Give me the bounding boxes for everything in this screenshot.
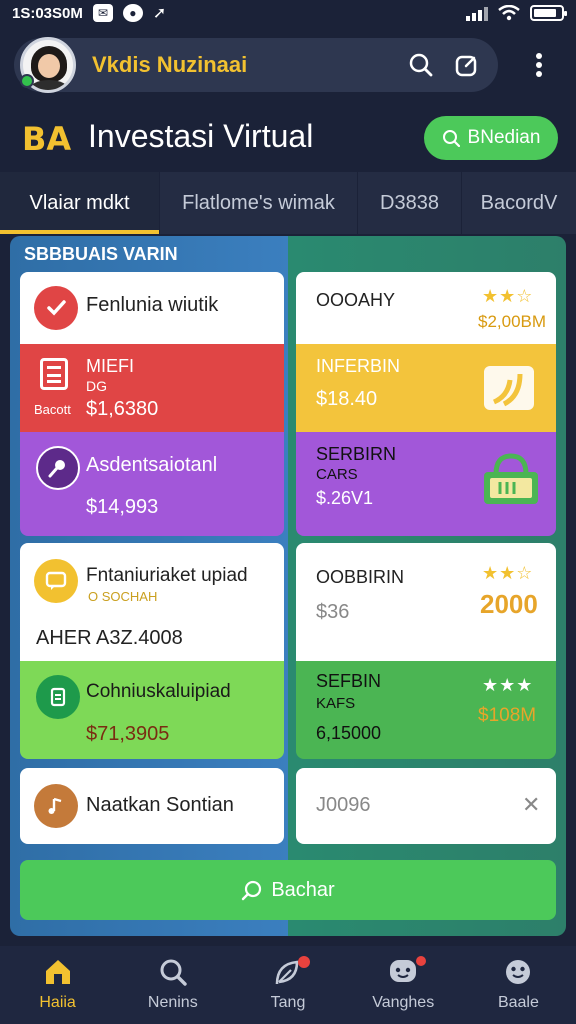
home-icon: [45, 960, 70, 984]
brand-action-label: BNedian: [467, 127, 541, 148]
card-fenlunia[interactable]: Fenlunia wiutik: [20, 272, 284, 344]
brand-row: BA Investasi Virtual BNedian: [0, 108, 576, 168]
nav-item-home[interactable]: Haiia: [0, 946, 115, 1024]
brand-action-button[interactable]: BNedian: [424, 116, 558, 160]
card-oooahy[interactable]: OOOAHY ★★☆ $2,00BM: [296, 272, 556, 344]
edit-square-icon: [455, 55, 477, 77]
user-name: Vkdis Nuzinaai: [92, 52, 248, 77]
nav-item-tang[interactable]: Tang: [230, 946, 345, 1024]
clipboard-icon: [36, 675, 80, 719]
card-j0096[interactable]: J0096 ✕: [296, 768, 556, 844]
card-inferbin[interactable]: INFERBIN $18.40: [296, 344, 556, 432]
close-icon[interactable]: ✕: [522, 792, 540, 818]
mail-icon: ✉: [92, 4, 113, 22]
search-icon: [242, 880, 262, 901]
more-menu-button[interactable]: [516, 42, 562, 88]
tab-vlaiar-mdkt[interactable]: Vlaiar mdkt: [0, 172, 160, 234]
status-time: 1S:03S0M: [12, 4, 83, 22]
svg-text:BA: BA: [22, 120, 71, 156]
search-cta-button[interactable]: Bachar: [20, 860, 556, 920]
wifi-icon: [498, 5, 520, 21]
card-fntaniuriaket[interactable]: Fntaniuriaket upiad O SOCHAH AHER A3Z.40…: [20, 543, 284, 661]
online-status-dot: [20, 74, 34, 88]
notification-dot: [298, 956, 311, 968]
rating-stars: ★★★: [482, 675, 534, 695]
top-bar: Vkdis Nuzinaai: [14, 37, 498, 93]
card-sefbin[interactable]: SEFBIN KAFS 6,15000 ★★★ $108M: [296, 661, 556, 759]
notification-dot: [415, 956, 426, 966]
tab-bar: Vlaiar mdkt Flatlome's wimak D3838 Bacor…: [0, 172, 576, 234]
search-icon: [409, 53, 433, 77]
tab-flatlomes-wimak[interactable]: Flatlome's wimak: [160, 172, 358, 234]
card-miefi[interactable]: MIEFI DG Bacott $1,6380: [20, 344, 284, 432]
document-icon: [40, 358, 68, 390]
chat-icon: ●: [122, 4, 143, 22]
search-icon: [442, 130, 460, 147]
tab-d3838[interactable]: D3838: [358, 172, 462, 234]
signal-waves-icon: [484, 366, 534, 410]
search-icon: [160, 959, 187, 986]
smile-face-icon: [506, 960, 531, 984]
search-button[interactable]: [398, 42, 444, 88]
card-serbirn[interactable]: SERBIRN CARS $.26V1: [296, 432, 556, 536]
nav-item-baale[interactable]: Baale: [461, 946, 576, 1024]
card-cohniuskaluipiad[interactable]: Cohniuskaluipiad $71,3905: [20, 661, 284, 759]
signal-icon: [466, 5, 488, 21]
chat-face-icon: [390, 960, 417, 982]
brand-logo: BA: [22, 120, 71, 156]
edit-button[interactable]: [444, 42, 490, 88]
chat-bubble-icon: [34, 559, 78, 603]
microphone-icon: [36, 446, 80, 490]
tab-bacordv[interactable]: BacordV: [462, 172, 576, 234]
music-note-icon: [34, 784, 78, 828]
nav-item-vanghes[interactable]: Vanghes: [346, 946, 461, 1024]
bottom-nav: Haiia Nenins Tang Vanghes Baale: [0, 946, 576, 1024]
card-oobbirin[interactable]: OOBBIRIN ★★☆ $36 2000: [296, 543, 556, 661]
rating-stars: ★★☆: [482, 286, 534, 306]
shopping-bag-icon: [484, 453, 538, 504]
card-asdentsaiotanl[interactable]: Asdentsaiotanl $14,993: [20, 432, 284, 536]
battery-icon: [530, 5, 567, 21]
card-naatkan-sontian[interactable]: Naatkan Sontian: [20, 768, 284, 844]
rating-stars: ★★☆: [482, 563, 534, 583]
status-bar: 1S:03S0M ✉ ● ➚: [0, 0, 576, 26]
send-icon: ➚: [152, 5, 167, 22]
more-vertical-icon: [536, 53, 542, 77]
section-label: SBBBUAIS VARIN: [24, 244, 178, 264]
nav-item-menus[interactable]: Nenins: [115, 946, 230, 1024]
check-icon: [34, 286, 78, 330]
app-title: Investasi Virtual: [88, 118, 314, 154]
